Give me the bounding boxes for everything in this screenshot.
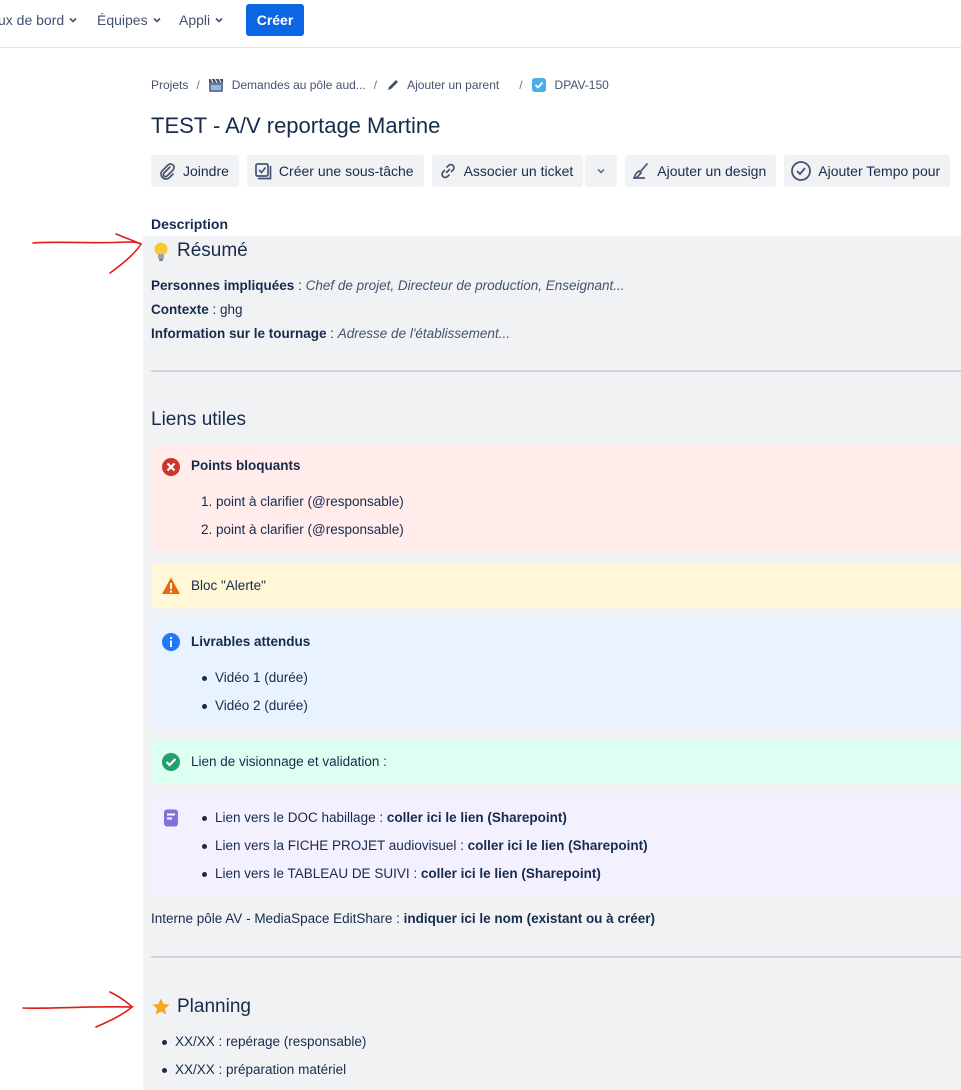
subtask-icon bbox=[255, 163, 272, 180]
persons-label: Personnes impliquées bbox=[151, 278, 295, 293]
resume-heading: Résumé bbox=[151, 240, 248, 262]
resume-heading-text: Résumé bbox=[177, 240, 248, 261]
create-button[interactable]: Créer bbox=[246, 4, 304, 36]
attach-label: Joindre bbox=[183, 163, 229, 179]
task-checkbox-icon bbox=[531, 78, 546, 92]
success-icon bbox=[162, 753, 180, 771]
description-label: Description bbox=[151, 216, 229, 232]
link-tableau-placeholder: coller ici le lien (Sharepoint) bbox=[420, 866, 601, 881]
list-item: XX/XX : préparation matériel bbox=[161, 1062, 347, 1077]
create-subtask-label: Créer une sous-tâche bbox=[278, 163, 414, 179]
breadcrumb-issue-key[interactable]: DPAV-150 bbox=[555, 78, 609, 92]
chevron-down-icon bbox=[153, 17, 161, 23]
link-issue-button[interactable]: Associer un ticket bbox=[431, 155, 584, 187]
link-doc-placeholder: coller ici le lien (Sharepoint) bbox=[386, 810, 567, 825]
chevron-down-icon bbox=[215, 17, 223, 23]
nav-teams[interactable]: Équipes bbox=[97, 12, 162, 28]
shoot-line: Information sur le tournage : Adresse de… bbox=[151, 326, 510, 341]
error-icon bbox=[162, 458, 180, 476]
breadcrumb: Projets / Demandes au pôle aud... / Ajou… bbox=[151, 77, 609, 93]
context-line: Contexte : ghg bbox=[151, 302, 243, 317]
add-design-button[interactable]: Ajouter un design bbox=[625, 155, 777, 187]
blocking-points-title: Points bloquants bbox=[191, 458, 301, 473]
nav-apps-label: Appli bbox=[179, 12, 211, 28]
list-item-text: point à clarifier (@responsable) bbox=[216, 494, 404, 509]
link-fiche-placeholder: coller ici le lien (Sharepoint) bbox=[467, 838, 648, 853]
star-icon bbox=[152, 998, 170, 1015]
paperclip-icon bbox=[160, 163, 175, 180]
shoot-value: Adresse de l'établissement... bbox=[337, 326, 510, 341]
internal-line: Interne pôle AV - MediaSpace EditShare :… bbox=[151, 911, 655, 926]
internal-placeholder: indiquer ici le nom (existant ou à créer… bbox=[403, 911, 655, 926]
list-item: 1. point à clarifier (@responsable) bbox=[201, 494, 404, 509]
note-icon bbox=[164, 809, 178, 827]
create-subtask-button[interactable]: Créer une sous-tâche bbox=[246, 155, 424, 187]
list-item-text: point à clarifier (@responsable) bbox=[216, 522, 404, 537]
link-fiche-prefix: Lien vers la FICHE PROJET audiovisuel : bbox=[215, 838, 468, 853]
chevron-down-icon bbox=[597, 169, 605, 174]
list-item: Lien vers le DOC habillage : coller ici … bbox=[202, 810, 567, 825]
liens-heading: Liens utiles bbox=[151, 409, 247, 430]
nav-dashboards[interactable]: ux de bord bbox=[0, 12, 78, 28]
validation-panel: Lien de visionnage et validation : bbox=[151, 740, 961, 784]
add-tempo-label: Ajouter Tempo pour bbox=[818, 163, 941, 179]
issue-title[interactable]: TEST - A/V reportage Martine bbox=[151, 113, 440, 139]
chevron-down-icon bbox=[69, 17, 77, 23]
list-item: Vidéo 1 (durée) bbox=[202, 670, 308, 685]
breadcrumb-project[interactable]: Demandes au pôle aud... bbox=[232, 78, 366, 92]
list-item: XX/XX : repérage (responsable) bbox=[161, 1034, 367, 1049]
validation-title: Lien de visionnage et validation : bbox=[191, 754, 387, 769]
list-item: Vidéo 2 (durée) bbox=[202, 698, 308, 713]
attach-button[interactable]: Joindre bbox=[151, 155, 239, 187]
persons-value: Chef de projet, Directeur de production,… bbox=[305, 278, 625, 293]
nav-apps[interactable]: Appli bbox=[179, 12, 224, 28]
deliverables-panel: Livrables attendus Vidéo 1 (durée) Vidéo… bbox=[151, 620, 961, 727]
annotation-arrow bbox=[22, 991, 135, 1028]
context-label: Contexte bbox=[151, 302, 209, 317]
check-circle-icon bbox=[791, 161, 812, 181]
alert-panel: Bloc "Alerte" bbox=[151, 564, 961, 608]
list-item: 2. point à clarifier (@responsable) bbox=[201, 522, 404, 537]
link-doc-prefix: Lien vers le DOC habillage : bbox=[215, 810, 387, 825]
link-tableau-prefix: Lien vers le TABLEAU DE SUIVI : bbox=[215, 866, 421, 881]
planning-heading-text: Planning bbox=[177, 996, 251, 1017]
light-bulb-icon bbox=[154, 242, 168, 261]
nav-teams-label: Équipes bbox=[97, 12, 148, 28]
shoot-label: Information sur le tournage bbox=[151, 326, 327, 341]
divider bbox=[151, 370, 961, 372]
link-issue-dropdown[interactable] bbox=[585, 155, 618, 187]
context-value: ghg bbox=[220, 302, 243, 317]
warning-icon bbox=[162, 577, 180, 594]
internal-prefix: Interne pôle AV - MediaSpace EditShare : bbox=[151, 911, 404, 926]
nav-dashboards-label: ux de bord bbox=[0, 12, 65, 28]
breadcrumb-add-parent[interactable]: Ajouter un parent bbox=[407, 78, 499, 92]
add-tempo-button[interactable]: Ajouter Tempo pour bbox=[784, 155, 951, 187]
link-icon bbox=[440, 163, 455, 179]
links-panel: Lien vers le DOC habillage : coller ici … bbox=[151, 796, 961, 896]
link-issue-label: Associer un ticket bbox=[463, 163, 574, 179]
link-issue-group: Associer un ticket bbox=[431, 155, 618, 187]
design-brush-icon bbox=[633, 163, 649, 179]
issue-toolbar: Joindre Créer une sous-tâche Associer un… bbox=[151, 155, 951, 187]
breadcrumb-separator: / bbox=[373, 78, 378, 92]
list-item: Lien vers la FICHE PROJET audiovisuel : … bbox=[202, 838, 648, 853]
breadcrumb-separator: / bbox=[196, 78, 200, 92]
add-design-label: Ajouter un design bbox=[657, 163, 767, 179]
blocking-points-panel: Points bloquants 1. point à clarifier (@… bbox=[151, 445, 961, 551]
pencil-icon bbox=[388, 80, 399, 90]
annotation-arrow bbox=[32, 233, 143, 274]
breadcrumb-projects[interactable]: Projets bbox=[151, 78, 188, 92]
clapperboard-icon bbox=[208, 78, 223, 92]
alert-title: Bloc "Alerte" bbox=[191, 578, 266, 593]
list-item: Lien vers le TABLEAU DE SUIVI : coller i… bbox=[202, 866, 601, 881]
breadcrumb-separator: / bbox=[519, 78, 523, 92]
top-navigation: ux de bord Équipes Appli Créer bbox=[0, 0, 961, 48]
planning-heading: Planning bbox=[151, 996, 251, 1018]
persons-line: Personnes impliquées : Chef de projet, D… bbox=[151, 278, 625, 293]
deliverables-title: Livrables attendus bbox=[191, 634, 311, 649]
divider bbox=[151, 956, 961, 958]
info-icon bbox=[162, 633, 180, 651]
